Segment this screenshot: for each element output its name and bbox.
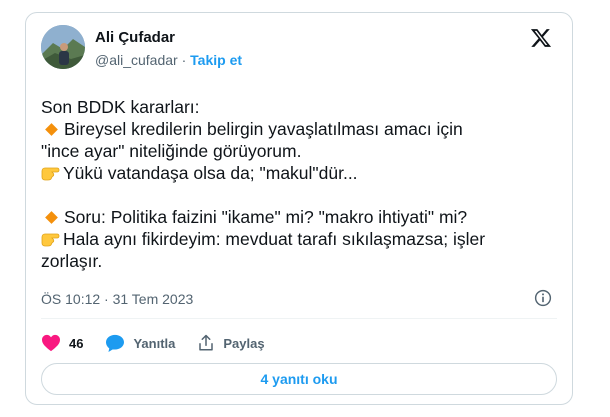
action-bar: 46 Yanıtla Paylaş	[41, 331, 287, 355]
like-count: 46	[69, 335, 84, 351]
tweet-line: Bireysel kredilerin belirgin yavaşlatılm…	[41, 118, 556, 140]
pointing-right-icon	[41, 162, 63, 184]
tweet-line-text: zorlaşır.	[41, 251, 103, 271]
tweet-line: Soru: Politika faizini "ikame" mi? "makr…	[41, 206, 556, 228]
tweet-card: Ali Çufadar @ali_cufadar · Takip et Son …	[25, 12, 573, 405]
reply-button[interactable]: Yanıtla	[105, 334, 175, 352]
share-icon	[199, 334, 214, 351]
tweet-text: Son BDDK kararları: Bireysel kredilerin b…	[41, 96, 556, 272]
tweet-line	[41, 184, 556, 206]
author-meta: @ali_cufadar · Takip et	[95, 52, 242, 68]
share-button[interactable]: Paylaş	[197, 334, 265, 352]
tweet-line: "ince ayar" niteliğinde görüyorum.	[41, 140, 556, 162]
author-name[interactable]: Ali Çufadar	[95, 29, 175, 46]
like-button[interactable]: 46	[41, 334, 83, 352]
divider	[41, 318, 557, 319]
tweet-line: Hala aynı fikirdeyim: mevduat tarafı sık…	[41, 228, 556, 250]
share-label: Paylaş	[223, 335, 265, 351]
tweet-line: zorlaşır.	[41, 250, 556, 272]
reply-label: Yanıtla	[133, 335, 176, 351]
tweet-line-text: Hala aynı fikirdeyim: mevduat tarafı sık…	[63, 229, 486, 249]
tweet-line-text: Yükü vatandaşa olsa da; "makul"dür...	[63, 163, 358, 183]
follow-button[interactable]: Takip et	[190, 52, 242, 68]
tweet-line: Son BDDK kararları:	[41, 96, 556, 118]
separator-dot: ·	[181, 52, 187, 68]
tweet-timestamp[interactable]: ÖS 10:12 · 31 Tem 2023	[41, 291, 193, 307]
author-handle[interactable]: @ali_cufadar	[95, 52, 178, 68]
avatar[interactable]	[41, 25, 85, 69]
orange-diamond-icon	[45, 123, 58, 136]
tweet-line-text: Soru: Politika faizini "ikame" mi? "makr…	[64, 207, 468, 227]
tweet-line-text: Son BDDK kararları:	[41, 97, 200, 117]
tweet-line-text: Bireysel kredilerin belirgin yavaşlatılm…	[64, 119, 463, 139]
tweet-line: Yükü vatandaşa olsa da; "makul"dür...	[41, 162, 556, 184]
pointing-right-icon	[41, 228, 63, 250]
info-icon[interactable]	[534, 289, 552, 307]
read-replies-button[interactable]: 4 yanıtı oku	[41, 363, 557, 395]
tweet-line-text: "ince ayar" niteliğinde görüyorum.	[41, 141, 302, 161]
orange-diamond-icon	[45, 211, 58, 224]
reply-bubble-icon	[106, 334, 125, 352]
heart-icon	[42, 334, 60, 352]
x-logo-icon[interactable]	[530, 27, 552, 49]
